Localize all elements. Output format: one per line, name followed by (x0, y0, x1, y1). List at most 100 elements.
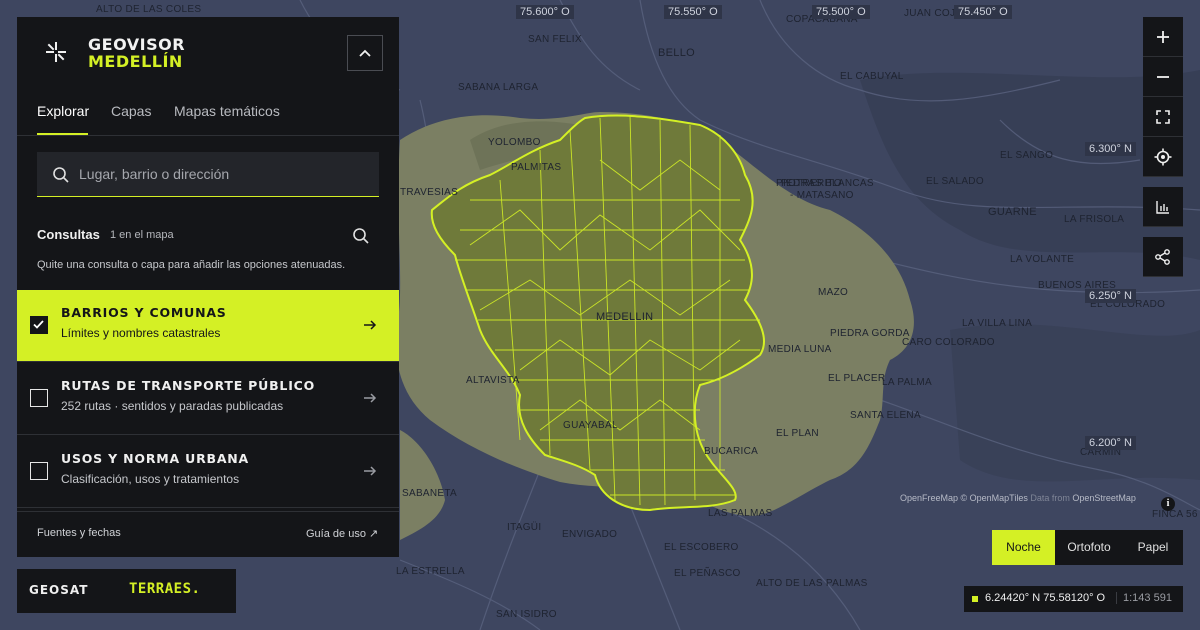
consultas-count: 1 en el mapa (110, 229, 174, 241)
svg-text:PALMITAS: PALMITAS (511, 162, 561, 173)
svg-text:ALTO DE LAS PALMAS: ALTO DE LAS PALMAS (756, 578, 868, 589)
coordinate-readout: 6.24420° N 75.58120° O 1:143 591 (964, 586, 1183, 612)
partner-logos: GEOSAT TERRAES. (17, 569, 236, 613)
svg-text:PIEDRAS BLANCAS: PIEDRAS BLANCAS (776, 178, 874, 189)
collapse-panel-button[interactable] (347, 35, 383, 71)
share-icon (1155, 249, 1170, 265)
zoom-in-button[interactable] (1143, 17, 1183, 57)
svg-text:BELLO: BELLO (658, 47, 695, 59)
arrow-right-icon (364, 466, 377, 476)
svg-text:GUARNE: GUARNE (988, 206, 1037, 218)
attribution-dim: Data from (1030, 493, 1070, 503)
svg-text:MAZO: MAZO (818, 287, 848, 298)
layer-barrios-comunas[interactable]: BARRIOS Y COMUNAS Límites y nombres cata… (17, 290, 399, 362)
tab-explorar[interactable]: Explorar (37, 103, 89, 119)
svg-text:MEDELLIN: MEDELLIN (596, 311, 653, 323)
svg-text:LA VILLA LINA: LA VILLA LINA (962, 318, 1032, 329)
locate-button[interactable] (1143, 137, 1183, 177)
share-button[interactable] (1143, 237, 1183, 277)
svg-text:ALTO DE LAS COLES: ALTO DE LAS COLES (96, 4, 201, 15)
cursor-dot-icon (972, 596, 978, 602)
svg-text:BUCARICA: BUCARICA (704, 446, 758, 457)
svg-text:YOLOMBO: YOLOMBO (488, 137, 541, 148)
fullscreen-button[interactable] (1143, 97, 1183, 137)
layer-title: BARRIOS Y COMUNAS (61, 305, 227, 320)
fullscreen-icon (1156, 110, 1170, 124)
svg-text:ITAGÜI: ITAGÜI (507, 521, 541, 533)
coordinate-text: 6.24420° N 75.58120° O (985, 592, 1106, 604)
sparkle-logo-icon (46, 42, 66, 62)
active-tab-indicator (37, 133, 88, 135)
svg-text:GUAYABAL: GUAYABAL (563, 420, 618, 431)
layer-checkbox[interactable] (30, 462, 48, 480)
svg-text:SABANETA: SABANETA (402, 488, 457, 499)
svg-text:CARO COLORADO: CARO COLORADO (902, 337, 995, 348)
basemap-noche[interactable]: Noche (992, 530, 1055, 565)
layer-usos-norma[interactable]: USOS Y NORMA URBANA Clasificación, usos … (17, 436, 399, 508)
svg-text:EL SALADO: EL SALADO (926, 176, 984, 187)
grid-label-lon-3: 75.500° O (812, 5, 870, 19)
arrow-right-icon (364, 320, 377, 330)
grid-label-lon-4: 75.450° O (954, 5, 1012, 19)
svg-text:EL PLACER: EL PLACER (828, 373, 885, 384)
crosshair-icon (1154, 148, 1172, 166)
svg-text:EL PLAN: EL PLAN (776, 428, 819, 439)
scale-text: 1:143 591 (1116, 592, 1172, 604)
svg-text:LA VOLANTE: LA VOLANTE (1010, 254, 1074, 265)
attribution-main[interactable]: OpenFreeMap © OpenMapTiles (900, 493, 1028, 503)
svg-text:LAS PALMAS: LAS PALMAS (708, 508, 773, 519)
consultas-title: Consultas (37, 227, 100, 242)
svg-text:- MATASANO: - MATASANO (790, 190, 854, 201)
sources-link[interactable]: Fuentes y fechas (37, 527, 121, 539)
panel-footer: Fuentes y fechas Guía de uso ↗ (17, 511, 399, 557)
basemap-ortofoto[interactable]: Ortofoto (1055, 530, 1123, 565)
plus-icon (1157, 31, 1169, 43)
brand-header: GEOVISOR MEDELLÍN (17, 17, 399, 89)
svg-text:SABANA LARGA: SABANA LARGA (458, 82, 538, 93)
layer-subtitle: Clasificación, usos y tratamientos (61, 472, 240, 486)
chevron-up-icon (359, 49, 371, 57)
app-title-line2: MEDELLÍN (88, 52, 183, 71)
svg-text:MEDIA LUNA: MEDIA LUNA (768, 344, 832, 355)
search-input[interactable] (79, 152, 369, 196)
zoom-out-button[interactable] (1143, 57, 1183, 97)
terraes-logo: TERRAES. (129, 581, 201, 597)
search-icon (53, 167, 69, 183)
search-box (37, 152, 379, 197)
grid-label-lon-1: 75.600° O (516, 5, 574, 19)
svg-text:LA ESTRELLA: LA ESTRELLA (396, 566, 465, 577)
svg-text:TRAVESIAS: TRAVESIAS (400, 187, 458, 198)
tab-capas[interactable]: Capas (111, 103, 151, 119)
basemap-switcher: Noche Ortofoto Papel (992, 530, 1183, 565)
svg-text:SAN FELIX: SAN FELIX (528, 34, 582, 45)
svg-text:PIEDRA GORDA: PIEDRA GORDA (830, 328, 910, 339)
layer-title: RUTAS DE TRANSPORTE PÚBLICO (61, 378, 316, 393)
grid-label-lat-3: 6.200° N (1085, 436, 1136, 450)
attribution-osm[interactable]: OpenStreetMap (1072, 493, 1136, 503)
layer-checkbox[interactable] (30, 316, 48, 334)
layer-checkbox[interactable] (30, 389, 48, 407)
svg-text:ENVIGADO: ENVIGADO (562, 529, 617, 540)
layer-subtitle: Límites y nombres catastrales (61, 326, 221, 340)
svg-text:EL CABUYAL: EL CABUYAL (840, 71, 904, 82)
guide-link[interactable]: Guía de uso ↗ (306, 527, 378, 540)
grid-label-lat-1: 6.300° N (1085, 142, 1136, 156)
map-attribution: OpenFreeMap © OpenMapTiles Data from Ope… (900, 493, 1136, 503)
tab-mapas-tematicos[interactable]: Mapas temáticos (174, 103, 280, 119)
svg-text:SANTA ELENA: SANTA ELENA (850, 410, 921, 421)
svg-text:EL ESCOBERO: EL ESCOBERO (664, 542, 739, 553)
info-icon[interactable]: i (1161, 497, 1175, 511)
checkmark-icon (33, 320, 44, 329)
minus-icon (1157, 76, 1169, 78)
basemap-papel[interactable]: Papel (1123, 530, 1183, 565)
layer-rutas-transporte[interactable]: RUTAS DE TRANSPORTE PÚBLICO 252 rutas · … (17, 363, 399, 435)
geosat-logo: GEOSAT (29, 583, 89, 597)
svg-text:LA FRISOLA: LA FRISOLA (1064, 214, 1124, 225)
grid-label-lat-2: 6.250° N (1085, 289, 1136, 303)
grid-label-lon-2: 75.550° O (664, 5, 722, 19)
chart-button[interactable] (1143, 187, 1183, 227)
arrow-right-icon (364, 393, 377, 403)
svg-text:SAN ISIDRO: SAN ISIDRO (496, 609, 557, 620)
svg-text:ALTAVISTA: ALTAVISTA (466, 375, 520, 386)
consultas-search-icon[interactable] (352, 227, 370, 245)
